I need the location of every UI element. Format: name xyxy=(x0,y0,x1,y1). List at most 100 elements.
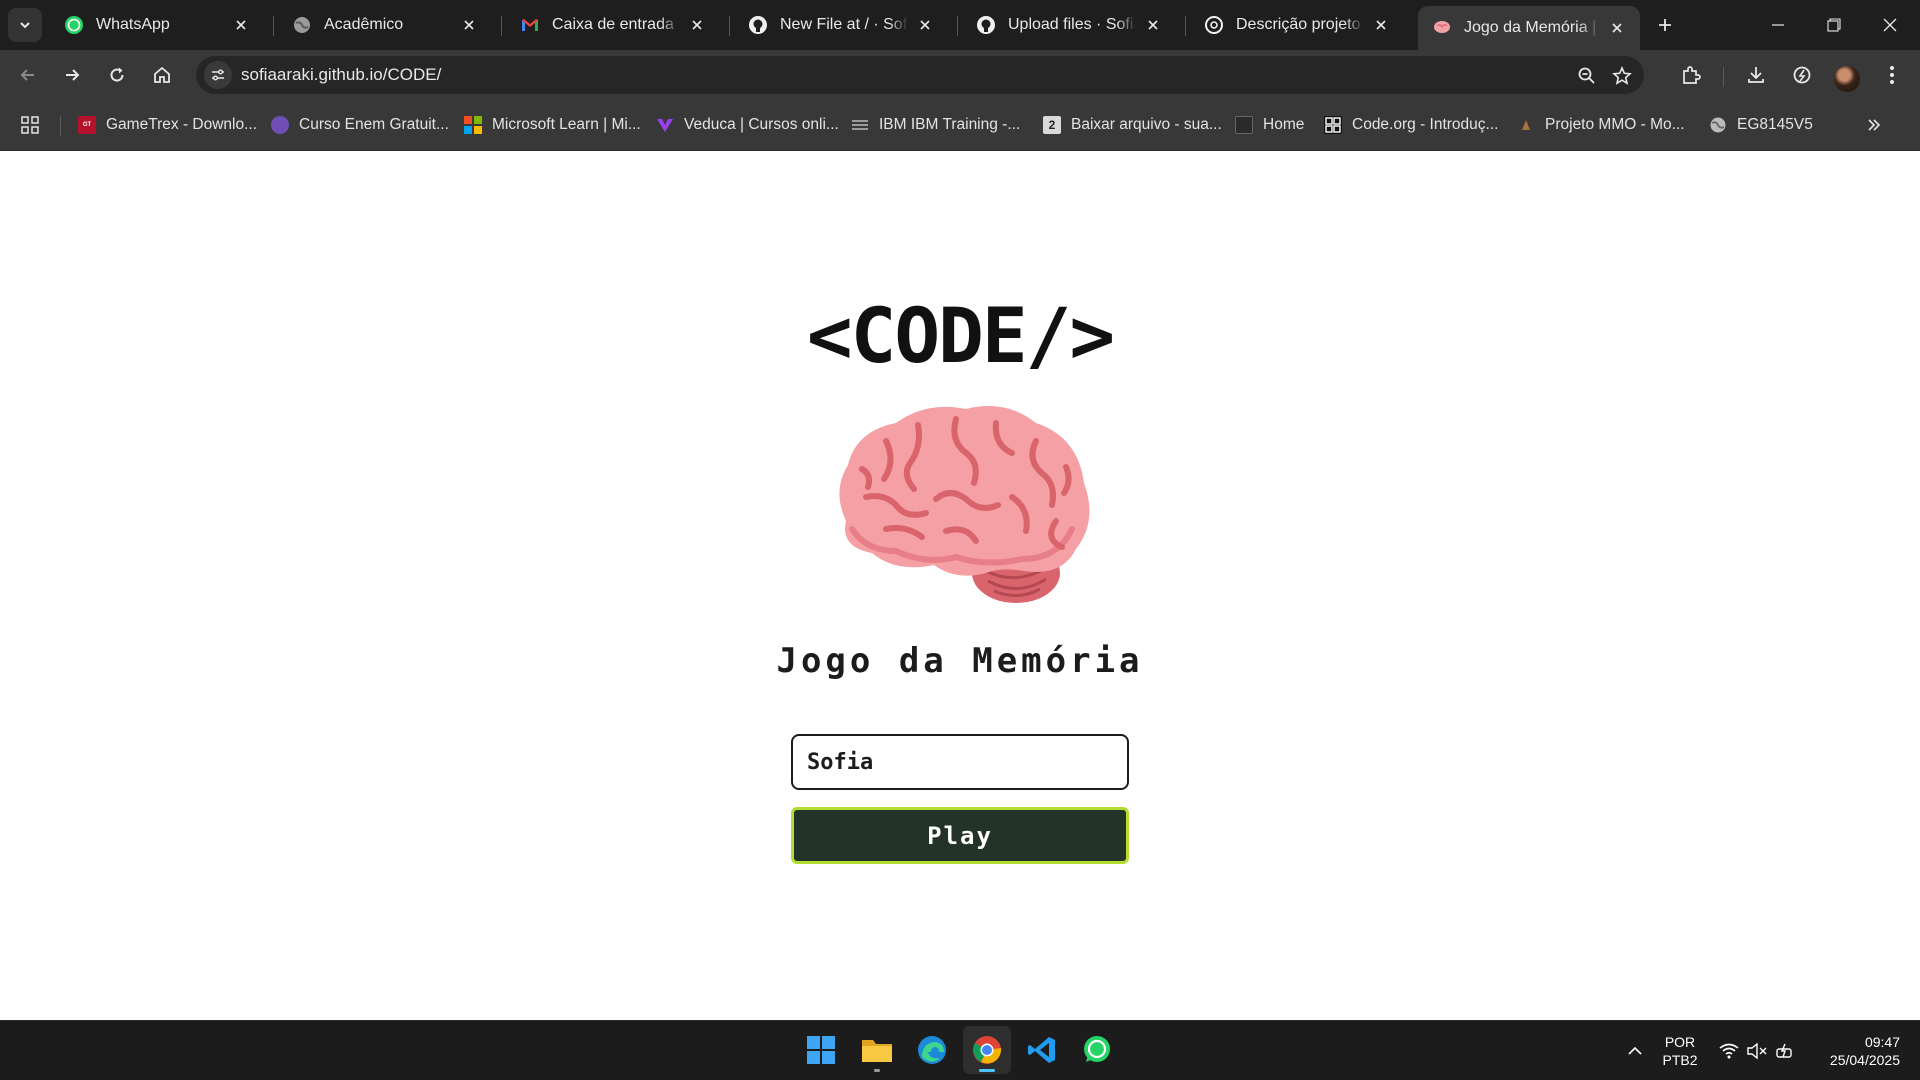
bookmark-label: Home xyxy=(1263,116,1305,133)
bookmark-label: GameTrex - Downlo... xyxy=(106,116,258,133)
browser-tab-bar: WhatsApp Acadêmico Caixa de entrada - so… xyxy=(0,0,1920,50)
arrow-left-icon xyxy=(20,69,34,81)
wifi-icon xyxy=(1719,1043,1739,1059)
bookmark-veduca[interactable]: Veduca | Cursos onli... xyxy=(656,112,839,138)
tab-academico[interactable]: Acadêmico xyxy=(278,6,492,44)
player-name-input[interactable] xyxy=(791,734,1129,790)
bookmark-label: Curso Enem Gratuit... xyxy=(299,116,449,133)
chevron-up-icon xyxy=(1628,1046,1642,1055)
microsoft-icon xyxy=(464,116,482,134)
show-hidden-icons-button[interactable] xyxy=(1620,1021,1650,1080)
bookmark-microsoft-learn[interactable]: Microsoft Learn | Mi... xyxy=(464,112,641,138)
battery-charging-icon xyxy=(1776,1043,1792,1058)
input-language-indicator[interactable]: POR PTB2 xyxy=(1650,1033,1710,1069)
bookmark-curso-enem[interactable]: Curso Enem Gratuit... xyxy=(271,112,449,138)
bookmark-projeto-mmo[interactable]: Projeto MMO - Mo... xyxy=(1517,112,1685,138)
tab-title: Descrição projeto scrum xyxy=(1236,16,1364,33)
wifi-status[interactable] xyxy=(1716,1021,1742,1080)
profile-avatar[interactable] xyxy=(1834,66,1860,92)
restore-icon xyxy=(1827,18,1841,32)
bookmark-baixar-arquivo[interactable]: 2 Baixar arquivo - sua... xyxy=(1043,112,1222,138)
volume-status[interactable] xyxy=(1744,1021,1770,1080)
clock-date: 25/04/2025 xyxy=(1829,1052,1900,1068)
tab-descricao-projeto[interactable]: Descrição projeto scrum xyxy=(1190,6,1404,44)
forward-button[interactable] xyxy=(56,59,88,91)
zoom-button[interactable] xyxy=(1574,63,1600,89)
tab-divider xyxy=(1185,16,1186,36)
close-icon[interactable] xyxy=(1142,14,1164,36)
url-text[interactable]: sofiaaraki.github.io/CODE/ xyxy=(241,65,441,85)
github-icon xyxy=(976,15,996,35)
bookmark-label: Microsoft Learn | Mi... xyxy=(492,116,641,133)
start-button[interactable] xyxy=(797,1026,845,1074)
keyboard-layout: PTB2 xyxy=(1662,1052,1698,1068)
extensions-button[interactable] xyxy=(1675,59,1707,91)
close-icon[interactable] xyxy=(458,14,480,36)
bookmark-label: Baixar arquivo - sua... xyxy=(1071,116,1222,133)
tab-title: WhatsApp xyxy=(96,16,170,33)
tab-new-file[interactable]: New File at / · SofiaAraki xyxy=(734,6,948,44)
zoom-icon xyxy=(1578,67,1595,84)
menu-button[interactable] xyxy=(1876,59,1908,91)
bookmark-star-button[interactable] xyxy=(1609,63,1635,89)
codeorg-icon xyxy=(1324,116,1342,134)
home-button[interactable] xyxy=(146,59,178,91)
bookmark-eg8145v5[interactable]: EG8145V5 xyxy=(1709,112,1813,138)
download-site-icon: 2 xyxy=(1043,116,1061,134)
apps-button[interactable] xyxy=(20,112,40,138)
bookmark-label: Projeto MMO - Mo... xyxy=(1545,116,1685,133)
tab-search-button[interactable] xyxy=(8,8,42,42)
file-explorer-button[interactable] xyxy=(853,1026,901,1074)
clock-time: 09:47 xyxy=(1864,1034,1900,1050)
back-button[interactable] xyxy=(12,59,44,91)
bookmark-ibm-training[interactable]: IBM IBM Training -... xyxy=(851,112,1020,138)
downloads-button[interactable] xyxy=(1740,59,1772,91)
close-icon[interactable] xyxy=(686,14,708,36)
minimize-button[interactable] xyxy=(1750,0,1806,50)
gmail-icon xyxy=(520,15,540,35)
battery-status[interactable] xyxy=(1772,1021,1798,1080)
close-icon[interactable] xyxy=(914,14,936,36)
browser-toolbar: sofiaaraki.github.io/CODE/ xyxy=(0,50,1920,100)
close-icon[interactable] xyxy=(1370,14,1392,36)
close-icon[interactable] xyxy=(230,14,252,36)
performance-button[interactable] xyxy=(1786,59,1818,91)
active-indicator xyxy=(979,1069,995,1072)
more-bookmarks-button[interactable] xyxy=(1866,112,1882,138)
windows-taskbar: POR PTB2 09:47 25/04/2025 xyxy=(0,1020,1920,1080)
bookmark-code-org[interactable]: Code.org - Introduç... xyxy=(1324,112,1498,138)
home-site-icon xyxy=(1235,116,1253,134)
chatgpt-icon xyxy=(1204,15,1224,35)
gametrex-icon: GT xyxy=(78,116,96,134)
tab-whatsapp[interactable]: WhatsApp xyxy=(50,6,264,44)
tab-jogo-da-memoria[interactable]: Jogo da Memória | Login xyxy=(1418,6,1640,50)
tab-title: New File at / · SofiaAraki xyxy=(780,16,908,33)
whatsapp-taskbar-button[interactable] xyxy=(1073,1026,1121,1074)
restore-button[interactable] xyxy=(1806,0,1862,50)
plus-icon xyxy=(1659,19,1671,31)
bookmark-gametrex[interactable]: GT GameTrex - Downlo... xyxy=(78,112,257,138)
edge-icon xyxy=(918,1036,946,1064)
play-button[interactable]: Play xyxy=(791,807,1129,864)
mmo-icon xyxy=(1517,116,1535,134)
reload-button[interactable] xyxy=(101,59,133,91)
bookmark-home[interactable]: Home xyxy=(1235,112,1304,138)
edge-button[interactable] xyxy=(908,1026,956,1074)
tab-upload-files[interactable]: Upload files · SofiaAraki xyxy=(962,6,1176,44)
chevron-down-icon xyxy=(20,22,30,29)
windows-logo-icon xyxy=(807,1036,835,1064)
minimize-icon xyxy=(1772,24,1784,26)
tab-gmail[interactable]: Caixa de entrada - sofia xyxy=(506,6,720,44)
chrome-button[interactable] xyxy=(963,1026,1011,1074)
arrow-right-icon xyxy=(66,69,80,81)
bookmark-label: Code.org - Introduç... xyxy=(1352,116,1499,133)
close-window-button[interactable] xyxy=(1862,0,1918,50)
close-icon[interactable] xyxy=(1606,17,1628,39)
site-info-button[interactable] xyxy=(204,61,232,89)
system-clock[interactable]: 09:47 25/04/2025 xyxy=(1800,1033,1900,1069)
tab-divider xyxy=(957,16,958,36)
address-bar[interactable]: sofiaaraki.github.io/CODE/ xyxy=(196,56,1644,94)
whatsapp-icon xyxy=(64,15,84,35)
vscode-button[interactable] xyxy=(1018,1026,1066,1074)
new-tab-button[interactable] xyxy=(1650,10,1680,40)
